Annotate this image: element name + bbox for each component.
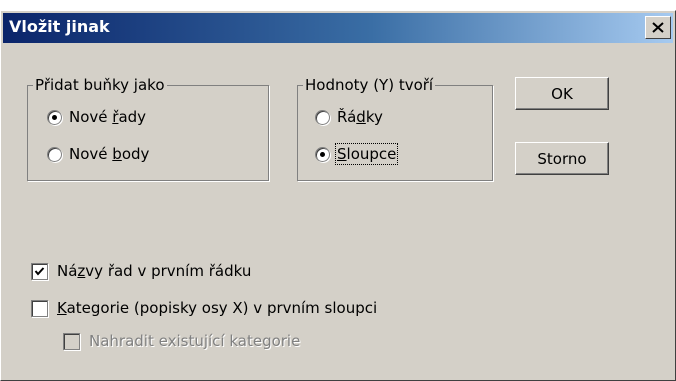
add-cells-legend: Přidat buňky jako [35, 76, 165, 94]
radio-rows[interactable]: Řádky [315, 107, 383, 127]
radio-button[interactable] [47, 109, 62, 125]
radio-new-rows[interactable]: Nové řady [47, 107, 146, 127]
checkbox-categories-first-column[interactable]: Kategorie (popisky osy X) v prvním sloup… [31, 298, 377, 318]
dialog-title: Vložit jinak [9, 17, 110, 36]
checkmark-icon [34, 266, 45, 276]
checkbox[interactable] [31, 262, 48, 280]
checkbox-replace-categories[interactable]: Nahradit existující kategorie [63, 331, 300, 351]
ok-button[interactable]: OK [515, 77, 609, 110]
radio-label: Řádky [337, 108, 383, 126]
checkbox[interactable] [63, 332, 80, 350]
values-legend: Hodnoty (Y) tvoří [305, 76, 434, 94]
radio-label: Sloupce [334, 143, 399, 165]
add-cells-group: Přidat buňky jako [27, 77, 269, 181]
radio-new-points[interactable]: Nové body [47, 144, 149, 164]
radio-label: Nové body [69, 145, 150, 163]
radio-button[interactable] [315, 146, 330, 162]
close-icon [652, 22, 664, 33]
cancel-button[interactable]: Storno [515, 142, 609, 175]
radio-label: Nové řady [69, 108, 147, 126]
values-group: Hodnoty (Y) tvoří [297, 77, 493, 181]
checkbox-label: Názvy řad v prvním řádku [57, 262, 252, 280]
close-button[interactable] [645, 16, 671, 39]
checkbox-label: Kategorie (popisky osy X) v prvním sloup… [57, 299, 378, 317]
paste-special-dialog: Vložit jinak Přidat buňky jako Nové řady… [0, 10, 676, 381]
radio-button[interactable] [315, 109, 330, 125]
radio-button[interactable] [47, 146, 62, 162]
checkbox[interactable] [31, 299, 48, 317]
checkbox-label: Nahradit existující kategorie [89, 332, 301, 350]
title-bar[interactable]: Vložit jinak [3, 13, 673, 43]
radio-columns[interactable]: Sloupce [315, 143, 399, 165]
checkbox-series-names-first-row[interactable]: Názvy řad v prvním řádku [31, 261, 251, 281]
